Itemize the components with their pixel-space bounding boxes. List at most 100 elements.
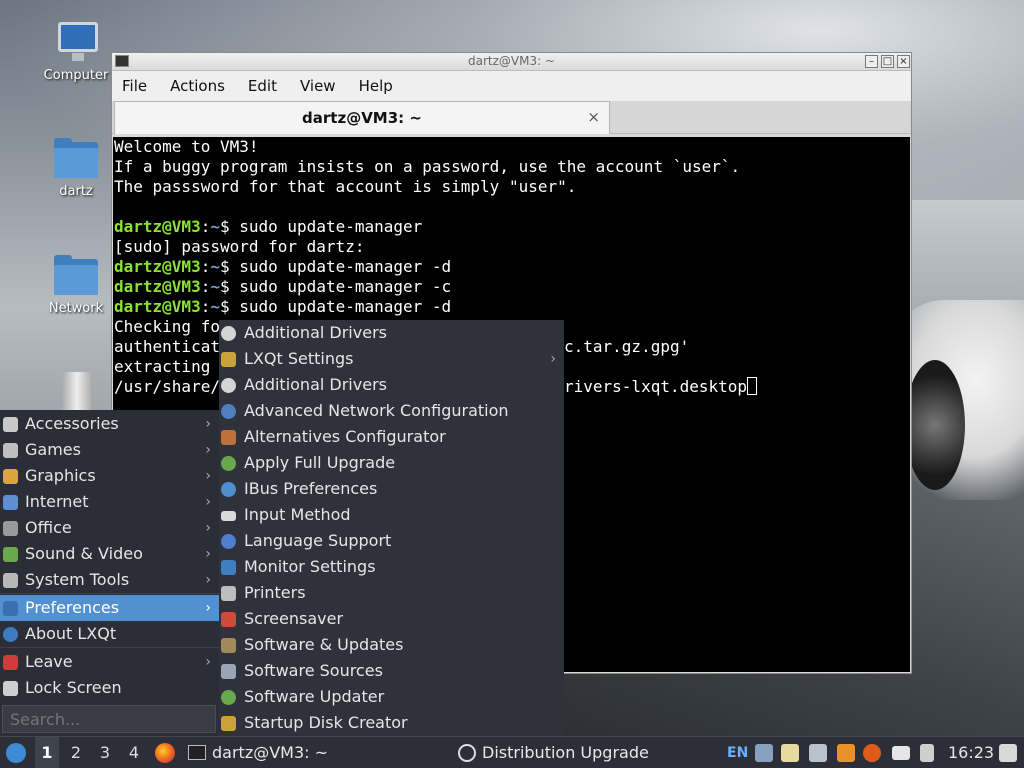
submenu-item-screensaver[interactable]: Screensaver: [219, 606, 564, 632]
menu-item-office[interactable]: Office ›: [0, 515, 219, 541]
maximize-button[interactable]: □: [881, 55, 894, 68]
updater-gear-icon: [221, 690, 236, 705]
menu-item-about-lxqt[interactable]: About LXQt: [0, 621, 219, 647]
desktop-icon-network[interactable]: Network: [36, 255, 116, 316]
menu-item-games[interactable]: Games ›: [0, 437, 219, 463]
firefox-launcher[interactable]: [153, 737, 175, 768]
desktop-switch-4[interactable]: 4: [122, 737, 146, 768]
terminal-prompt-line: dartz@VM3:~$ sudo update-manager: [114, 217, 423, 236]
window-titlebar[interactable]: dartz@VM3: ~ – □ ×: [112, 53, 911, 71]
preferences-icon: [3, 601, 18, 616]
terminal-line: The passsword for that account is simply…: [114, 177, 577, 196]
submenu-item-startup-disk-creator[interactable]: Startup Disk Creator: [219, 710, 564, 736]
display-tray-icon[interactable]: [892, 746, 910, 760]
window-title: dartz@VM3: ~: [467, 54, 556, 68]
language-icon: [221, 534, 236, 549]
show-desktop-icon[interactable]: [999, 744, 1017, 762]
submenu-item-monitor-settings[interactable]: Monitor Settings: [219, 554, 564, 580]
submenu-item-software-updates[interactable]: Software & Updates: [219, 632, 564, 658]
software-updates-icon: [221, 638, 236, 653]
submenu-item-language-support[interactable]: Language Support: [219, 528, 564, 554]
task-distribution-upgrade[interactable]: Distribution Upgrade: [456, 737, 716, 768]
lxqt-logo-icon: [6, 743, 26, 763]
submenu-item-software-sources[interactable]: Software Sources: [219, 658, 564, 684]
submenu-item-additional-drivers[interactable]: Additional Drivers: [219, 320, 564, 346]
tools-icon: [221, 352, 236, 367]
submenu-item-input-method[interactable]: Input Method: [219, 502, 564, 528]
alternatives-icon: [221, 430, 236, 445]
terminal-line: Welcome to VM3!: [114, 137, 259, 156]
office-icon: [3, 521, 18, 536]
computer-icon: [52, 22, 100, 64]
menu-file[interactable]: File: [122, 77, 147, 95]
submenu-item-lxqt-settings[interactable]: LXQt Settings ›: [219, 346, 564, 372]
desktop-switch-3[interactable]: 3: [93, 737, 117, 768]
tab-close-icon[interactable]: ×: [587, 108, 600, 126]
desktop-icon-label: Computer: [43, 68, 109, 83]
submenu-item-alternatives[interactable]: Alternatives Configurator: [219, 424, 564, 450]
menu-edit[interactable]: Edit: [248, 77, 277, 95]
desktop-icon-label: dartz: [59, 184, 93, 199]
terminal-line: authenticat: [114, 337, 220, 356]
graphics-icon: [3, 469, 18, 484]
menu-search-input[interactable]: [2, 705, 216, 733]
gear-icon: [221, 326, 236, 341]
desktop-icon-home[interactable]: dartz: [36, 138, 116, 199]
ubuntu-tray-icon[interactable]: [863, 744, 881, 762]
menu-item-graphics[interactable]: Graphics ›: [0, 463, 219, 489]
submenu-item-ibus-preferences[interactable]: IBus Preferences: [219, 476, 564, 502]
keyboard-layout-indicator[interactable]: EN: [727, 737, 751, 768]
clipboard-tray-icon[interactable]: [781, 744, 799, 762]
menu-help[interactable]: Help: [359, 77, 393, 95]
accessories-icon: [3, 417, 18, 432]
submenu-item-software-updater[interactable]: Software Updater: [219, 684, 564, 710]
tab-label: dartz@VM3: ~: [302, 109, 422, 127]
clock[interactable]: 16:23: [948, 737, 996, 768]
submenu-item-additional-drivers-2[interactable]: Additional Drivers: [219, 372, 564, 398]
menu-item-preferences[interactable]: Preferences ›: [0, 595, 219, 621]
terminal-line-tail: rivers-lxqt.desktop: [564, 377, 758, 397]
terminal-cursor: [747, 377, 758, 395]
application-menu: Accessories › Games › Graphics › Internet › …: [0, 410, 219, 736]
task-terminal[interactable]: dartz@VM3: ~: [186, 737, 446, 768]
network-tray-icon[interactable]: [755, 744, 773, 762]
upgrade-gear-icon: [221, 456, 236, 471]
software-sources-icon: [221, 664, 236, 679]
volume-tray-icon[interactable]: [920, 744, 934, 762]
desktop-switch-1[interactable]: 1: [35, 737, 59, 768]
menu-item-accessories[interactable]: Accessories ›: [0, 411, 219, 437]
main-menu-button[interactable]: [4, 737, 28, 768]
screensaver-icon: [221, 612, 236, 627]
terminal-line: [sudo] password for dartz:: [114, 237, 365, 256]
submenu-item-printers[interactable]: Printers: [219, 580, 564, 606]
terminal-prompt-line: dartz@VM3:~$ sudo update-manager -d: [114, 297, 452, 316]
sound-video-icon: [3, 547, 18, 562]
submenu-item-advanced-network[interactable]: Advanced Network Configuration: [219, 398, 564, 424]
submenu-item-apply-full-upgrade[interactable]: Apply Full Upgrade: [219, 450, 564, 476]
menu-item-leave[interactable]: Leave ›: [0, 649, 219, 675]
update-notifier-tray-icon[interactable]: [837, 744, 855, 762]
trash-icon: [52, 370, 100, 412]
desktop-switch-2[interactable]: 2: [64, 737, 88, 768]
firefox-icon: [155, 743, 175, 763]
menu-item-system-tools[interactable]: System Tools ›: [0, 567, 219, 593]
menu-actions[interactable]: Actions: [170, 77, 225, 95]
menu-view[interactable]: View: [300, 77, 336, 95]
terminal-icon: [188, 745, 206, 760]
menu-item-lock-screen[interactable]: Lock Screen: [0, 675, 219, 701]
close-button[interactable]: ×: [897, 55, 910, 68]
terminal-tab[interactable]: dartz@VM3: ~ ×: [114, 101, 610, 134]
system-tools-icon: [3, 573, 18, 588]
network-icon: [221, 404, 236, 419]
menu-item-sound-video[interactable]: Sound & Video ›: [0, 541, 219, 567]
minimize-button[interactable]: –: [865, 55, 878, 68]
menu-separator: [0, 647, 219, 648]
terminal-menubar: File Actions Edit View Help: [112, 71, 911, 101]
task-terminal-label: dartz@VM3: ~: [212, 743, 329, 762]
menu-item-internet[interactable]: Internet ›: [0, 489, 219, 515]
tools-tray-icon[interactable]: [809, 744, 827, 762]
desktop-icon-computer[interactable]: Computer: [36, 22, 116, 83]
network-folder-icon: [52, 255, 100, 297]
preferences-submenu: Additional Drivers LXQt Settings › Additi…: [219, 320, 564, 736]
monitor-icon: [221, 560, 236, 575]
